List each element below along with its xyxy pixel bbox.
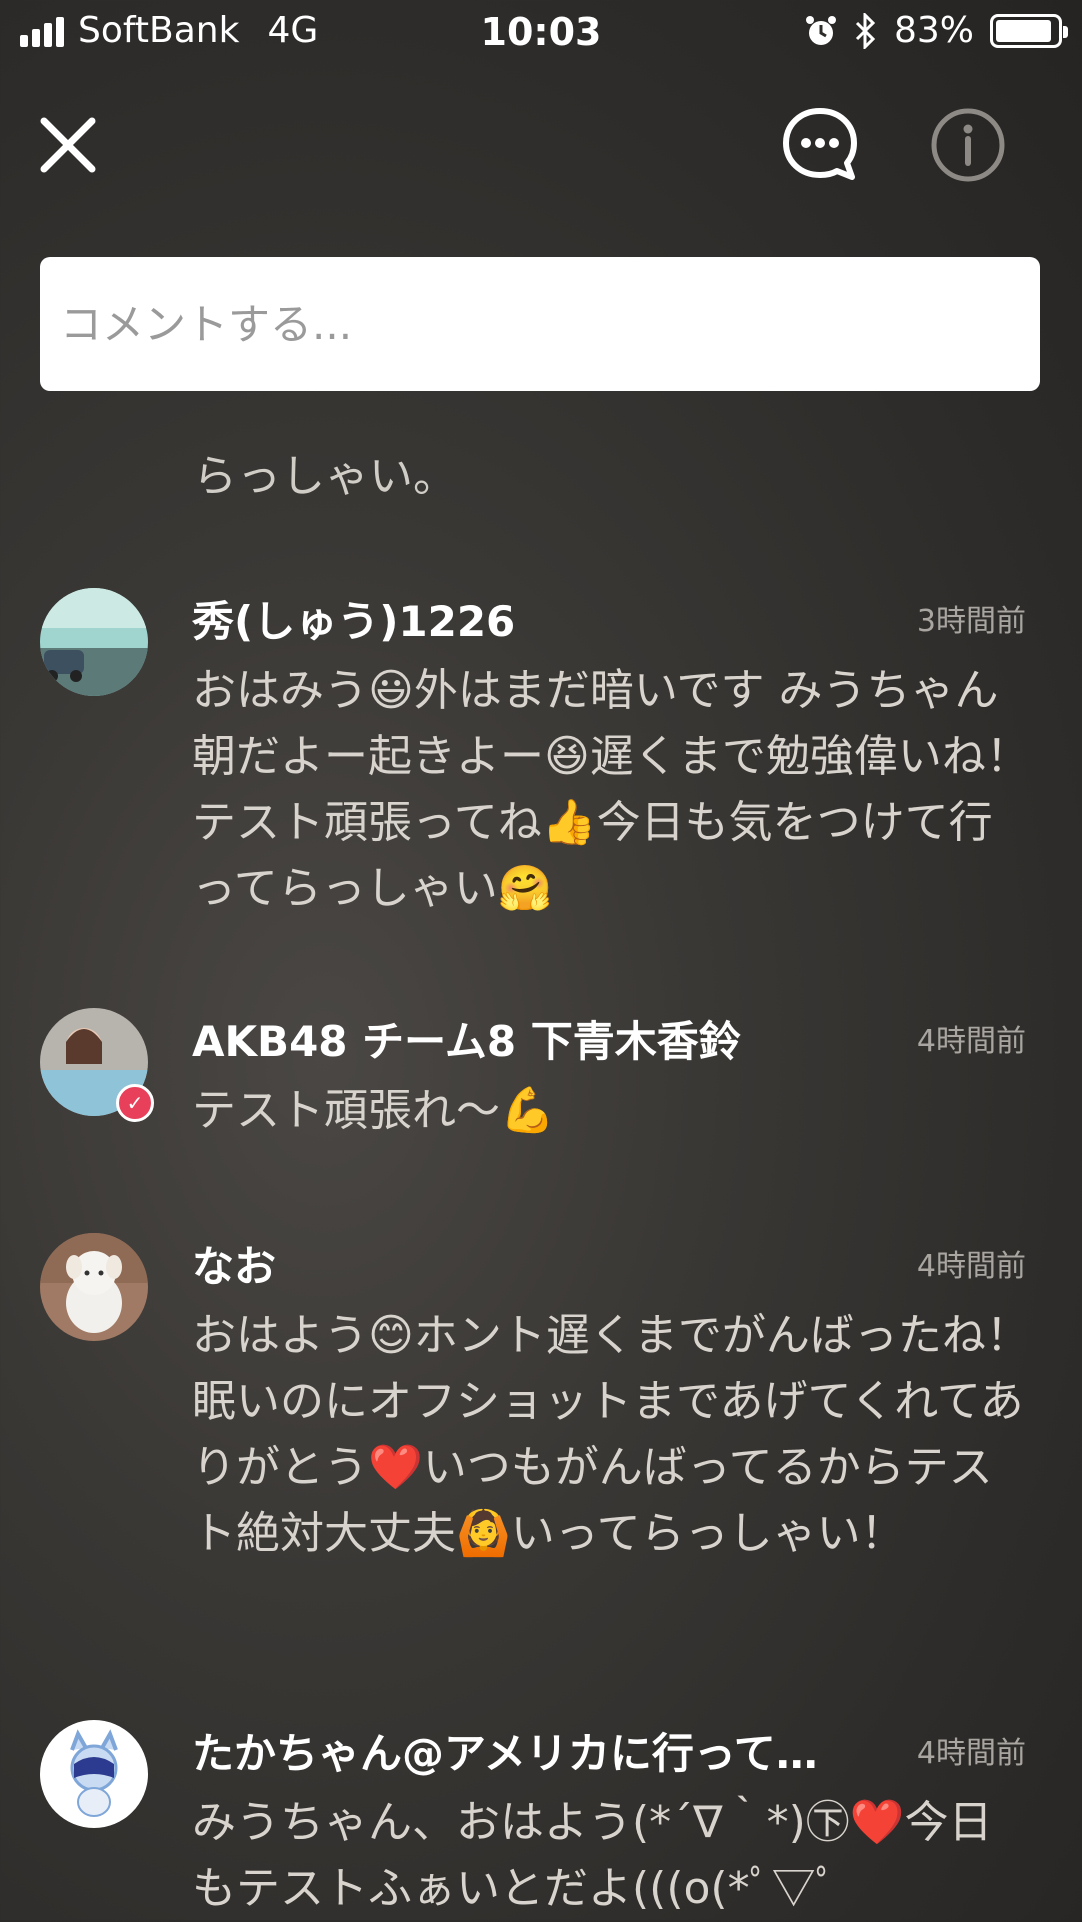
info-icon[interactable] xyxy=(928,105,1008,185)
comment-time: 4時間前 xyxy=(916,1736,1026,1771)
avatar[interactable] xyxy=(40,1720,148,1828)
comment-username[interactable]: たかちゃん@アメリカに行って… xyxy=(192,1720,818,1781)
comment-text: おはよう😊ホント遅くまでがんばったね！眠いのにオフショットまであげてくれてありが… xyxy=(192,1310,1030,1559)
comment-time: 4時間前 xyxy=(916,1024,1026,1059)
bluetooth-icon xyxy=(855,12,876,49)
verified-badge-icon: ✓ xyxy=(116,1084,154,1122)
comment-username[interactable]: 秀(しゅう)1226 xyxy=(192,588,515,649)
comment-item: ✓ AKB48 チーム8 下青木香鈴 4時間前 テスト頑張れ〜💪 xyxy=(0,1008,1082,1158)
comment-time: 4時間前 xyxy=(916,1249,1026,1284)
previous-comment-tail: らっしゃい。 xyxy=(193,451,457,502)
comment-item: なお 4時間前 おはよう😊ホント遅くまでがんばったね！眠いのにオフショットまであ… xyxy=(0,1233,1082,1643)
comment-item: たかちゃん@アメリカに行って… 4時間前 みうちゃん、おはよう(*´∇｀*)㊦❤… xyxy=(0,1720,1082,1920)
comment-username[interactable]: AKB48 チーム8 下青木香鈴 xyxy=(192,1008,741,1069)
comment-text: おはみう😃外はまだ暗いです みうちゃん朝だよー起きよー😆遅くまで勉強偉いね！テス… xyxy=(192,665,1030,914)
comment-text: みうちゃん、おはよう(*´∇｀*)㊦❤️今日もテストふぁいとだよ(((o(*ﾟ▽… xyxy=(192,1797,993,1914)
alarm-icon xyxy=(805,15,836,45)
close-icon[interactable] xyxy=(36,113,100,177)
comment-text: テスト頑張れ〜💪 xyxy=(192,1085,555,1136)
status-right: 83% xyxy=(804,10,1068,51)
avatar[interactable] xyxy=(40,588,148,696)
battery-icon xyxy=(990,13,1068,48)
status-bar: SoftBank 4G 10:03 83% xyxy=(0,0,1082,70)
comment-item: 秀(しゅう)1226 3時間前 おはみう😃外はまだ暗いです みうちゃん朝だよー起… xyxy=(0,588,1082,928)
comment-input[interactable] xyxy=(40,257,1040,391)
comment-time: 3時間前 xyxy=(916,604,1026,639)
comment-bubble-icon[interactable] xyxy=(780,105,860,185)
top-bar xyxy=(0,95,1082,195)
avatar[interactable] xyxy=(40,1233,148,1341)
comment-username[interactable]: なお xyxy=(192,1233,276,1294)
battery-percent: 83% xyxy=(893,10,974,51)
